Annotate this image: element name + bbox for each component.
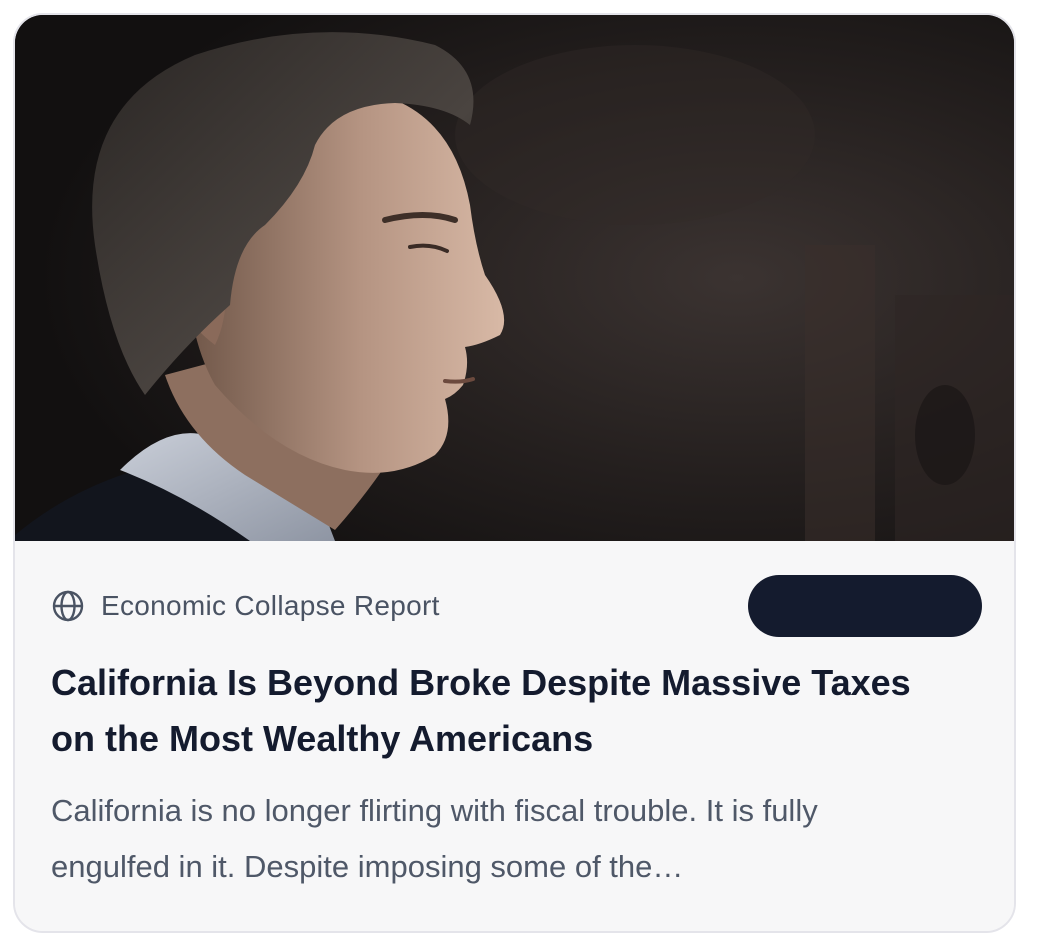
news-card[interactable]: Economic Collapse Report California Is B… bbox=[13, 13, 1016, 933]
article-summary: California is no longer flirting with fi… bbox=[51, 793, 818, 884]
action-button[interactable] bbox=[748, 575, 982, 637]
article-headline[interactable]: California Is Beyond Broke Despite Massi… bbox=[51, 655, 951, 767]
article-info: Economic Collapse Report California Is B… bbox=[15, 541, 1014, 931]
globe-icon bbox=[52, 590, 84, 622]
source-row[interactable]: Economic Collapse Report bbox=[51, 589, 440, 623]
article-image[interactable] bbox=[15, 15, 1014, 541]
source-name[interactable]: Economic Collapse Report bbox=[101, 590, 440, 622]
article-photo-illustration bbox=[15, 15, 1014, 541]
